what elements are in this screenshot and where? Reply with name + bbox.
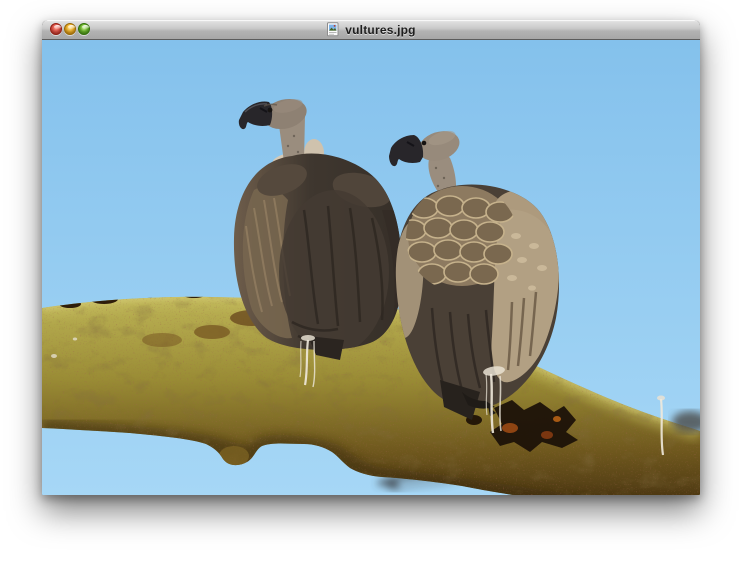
title-area: vultures.jpg: [42, 20, 700, 39]
photo-content: [42, 40, 700, 495]
desktop: vultures.jpg: [0, 0, 742, 561]
image-viewer-window: vultures.jpg: [42, 20, 700, 495]
left-vulture-eye: [268, 108, 273, 113]
zoom-button[interactable]: [78, 23, 90, 35]
close-button[interactable]: [50, 23, 62, 35]
window-title: vultures.jpg: [345, 23, 415, 37]
right-vulture-eye: [422, 141, 427, 146]
photo-canvas: [42, 40, 700, 495]
window-controls: [50, 23, 90, 35]
minimize-button[interactable]: [64, 23, 76, 35]
titlebar[interactable]: vultures.jpg: [42, 20, 700, 40]
jpeg-document-icon: [326, 22, 340, 37]
